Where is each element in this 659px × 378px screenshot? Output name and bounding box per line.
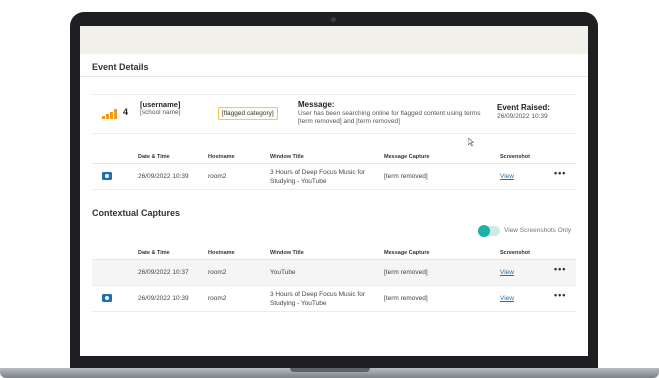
user-name: [username] <box>140 100 181 109</box>
column-header-hostname: Hostname <box>208 250 235 256</box>
table-header: Date & Time Hostname Window Title Messag… <box>92 246 576 260</box>
table-row: 26/09/2022 10:37 room2 YouTube [term rem… <box>92 260 576 286</box>
row-window-title: 3 Hours of Deep Focus Music for Studying… <box>270 291 366 307</box>
section-divider <box>80 76 588 77</box>
table-row: 26/09/2022 10:39 room2 3 Hours of Deep F… <box>92 164 576 190</box>
user-school-line-1: [school name] <box>140 109 181 116</box>
app-screen: Event Details 4 [username] [school name]… <box>80 26 588 356</box>
row-message-capture: [term removed] <box>384 295 428 302</box>
column-header-date: Date & Time <box>138 250 170 256</box>
row-window-title: YouTube <box>270 269 296 276</box>
event-raised-value: 26/09/2022 10:39 <box>497 113 548 120</box>
more-dots-icon[interactable]: ••• <box>554 264 566 274</box>
message-label: Message: <box>298 100 335 109</box>
screenshots-only-toggle[interactable] <box>478 225 500 237</box>
top-bar <box>80 26 588 54</box>
toggle-knob <box>478 225 490 237</box>
view-screenshot-link[interactable]: View <box>500 294 514 303</box>
toggle-label: View Screenshots Only <box>504 227 572 234</box>
column-header-window-title: Window Title <box>270 154 304 160</box>
more-dots-icon[interactable]: ••• <box>554 290 566 300</box>
camera-icon <box>102 294 112 302</box>
row-hostname: room2 <box>208 295 227 302</box>
column-header-window-title: Window Title <box>270 250 304 256</box>
mouse-cursor-icon <box>468 138 474 146</box>
more-dots-icon[interactable]: ••• <box>554 168 566 178</box>
event-raised-label: Event Raised: <box>497 103 550 112</box>
column-header-screenshot: Screenshot <box>500 154 530 160</box>
view-screenshot-link[interactable]: View <box>500 172 514 181</box>
webcam <box>331 17 336 22</box>
camera-icon <box>102 172 112 180</box>
event-summary: 4 [username] [school name] [flagged cate… <box>92 94 576 134</box>
table-header: Date & Time Hostname Window Title Messag… <box>92 150 576 164</box>
row-date: 26/09/2022 10:39 <box>138 173 189 180</box>
row-date: 26/09/2022 10:37 <box>138 269 189 276</box>
row-message-capture: [term removed] <box>384 173 428 180</box>
row-window-title: 3 Hours of Deep Focus Music for Studying… <box>270 169 366 185</box>
column-header-hostname: Hostname <box>208 154 235 160</box>
column-header-message-capture: Message Capture <box>384 250 430 256</box>
event-details-title: Event Details <box>92 62 149 72</box>
column-header-message-capture: Message Capture <box>384 154 430 160</box>
contextual-table: Date & Time Hostname Window Title Messag… <box>92 246 576 312</box>
row-hostname: room2 <box>208 173 227 180</box>
laptop-frame: Event Details 4 [username] [school name]… <box>70 12 598 370</box>
message-text: User has been searching online for flagg… <box>298 110 481 125</box>
column-header-date: Date & Time <box>138 154 170 160</box>
event-table: Date & Time Hostname Window Title Messag… <box>92 150 576 190</box>
table-row: 26/09/2022 10:39 room2 3 Hours of Deep F… <box>92 286 576 312</box>
severity-level: 4 <box>123 107 129 117</box>
view-screenshot-link[interactable]: View <box>500 268 514 277</box>
signal-bars-icon <box>102 109 118 119</box>
contextual-captures-title: Contextual Captures <box>92 208 181 218</box>
row-date: 26/09/2022 10:39 <box>138 295 189 302</box>
category-tag: [flagged category] <box>218 107 278 120</box>
laptop-notch <box>290 368 370 372</box>
row-hostname: room2 <box>208 269 227 276</box>
column-header-screenshot: Screenshot <box>500 250 530 256</box>
row-message-capture: [term removed] <box>384 269 428 276</box>
